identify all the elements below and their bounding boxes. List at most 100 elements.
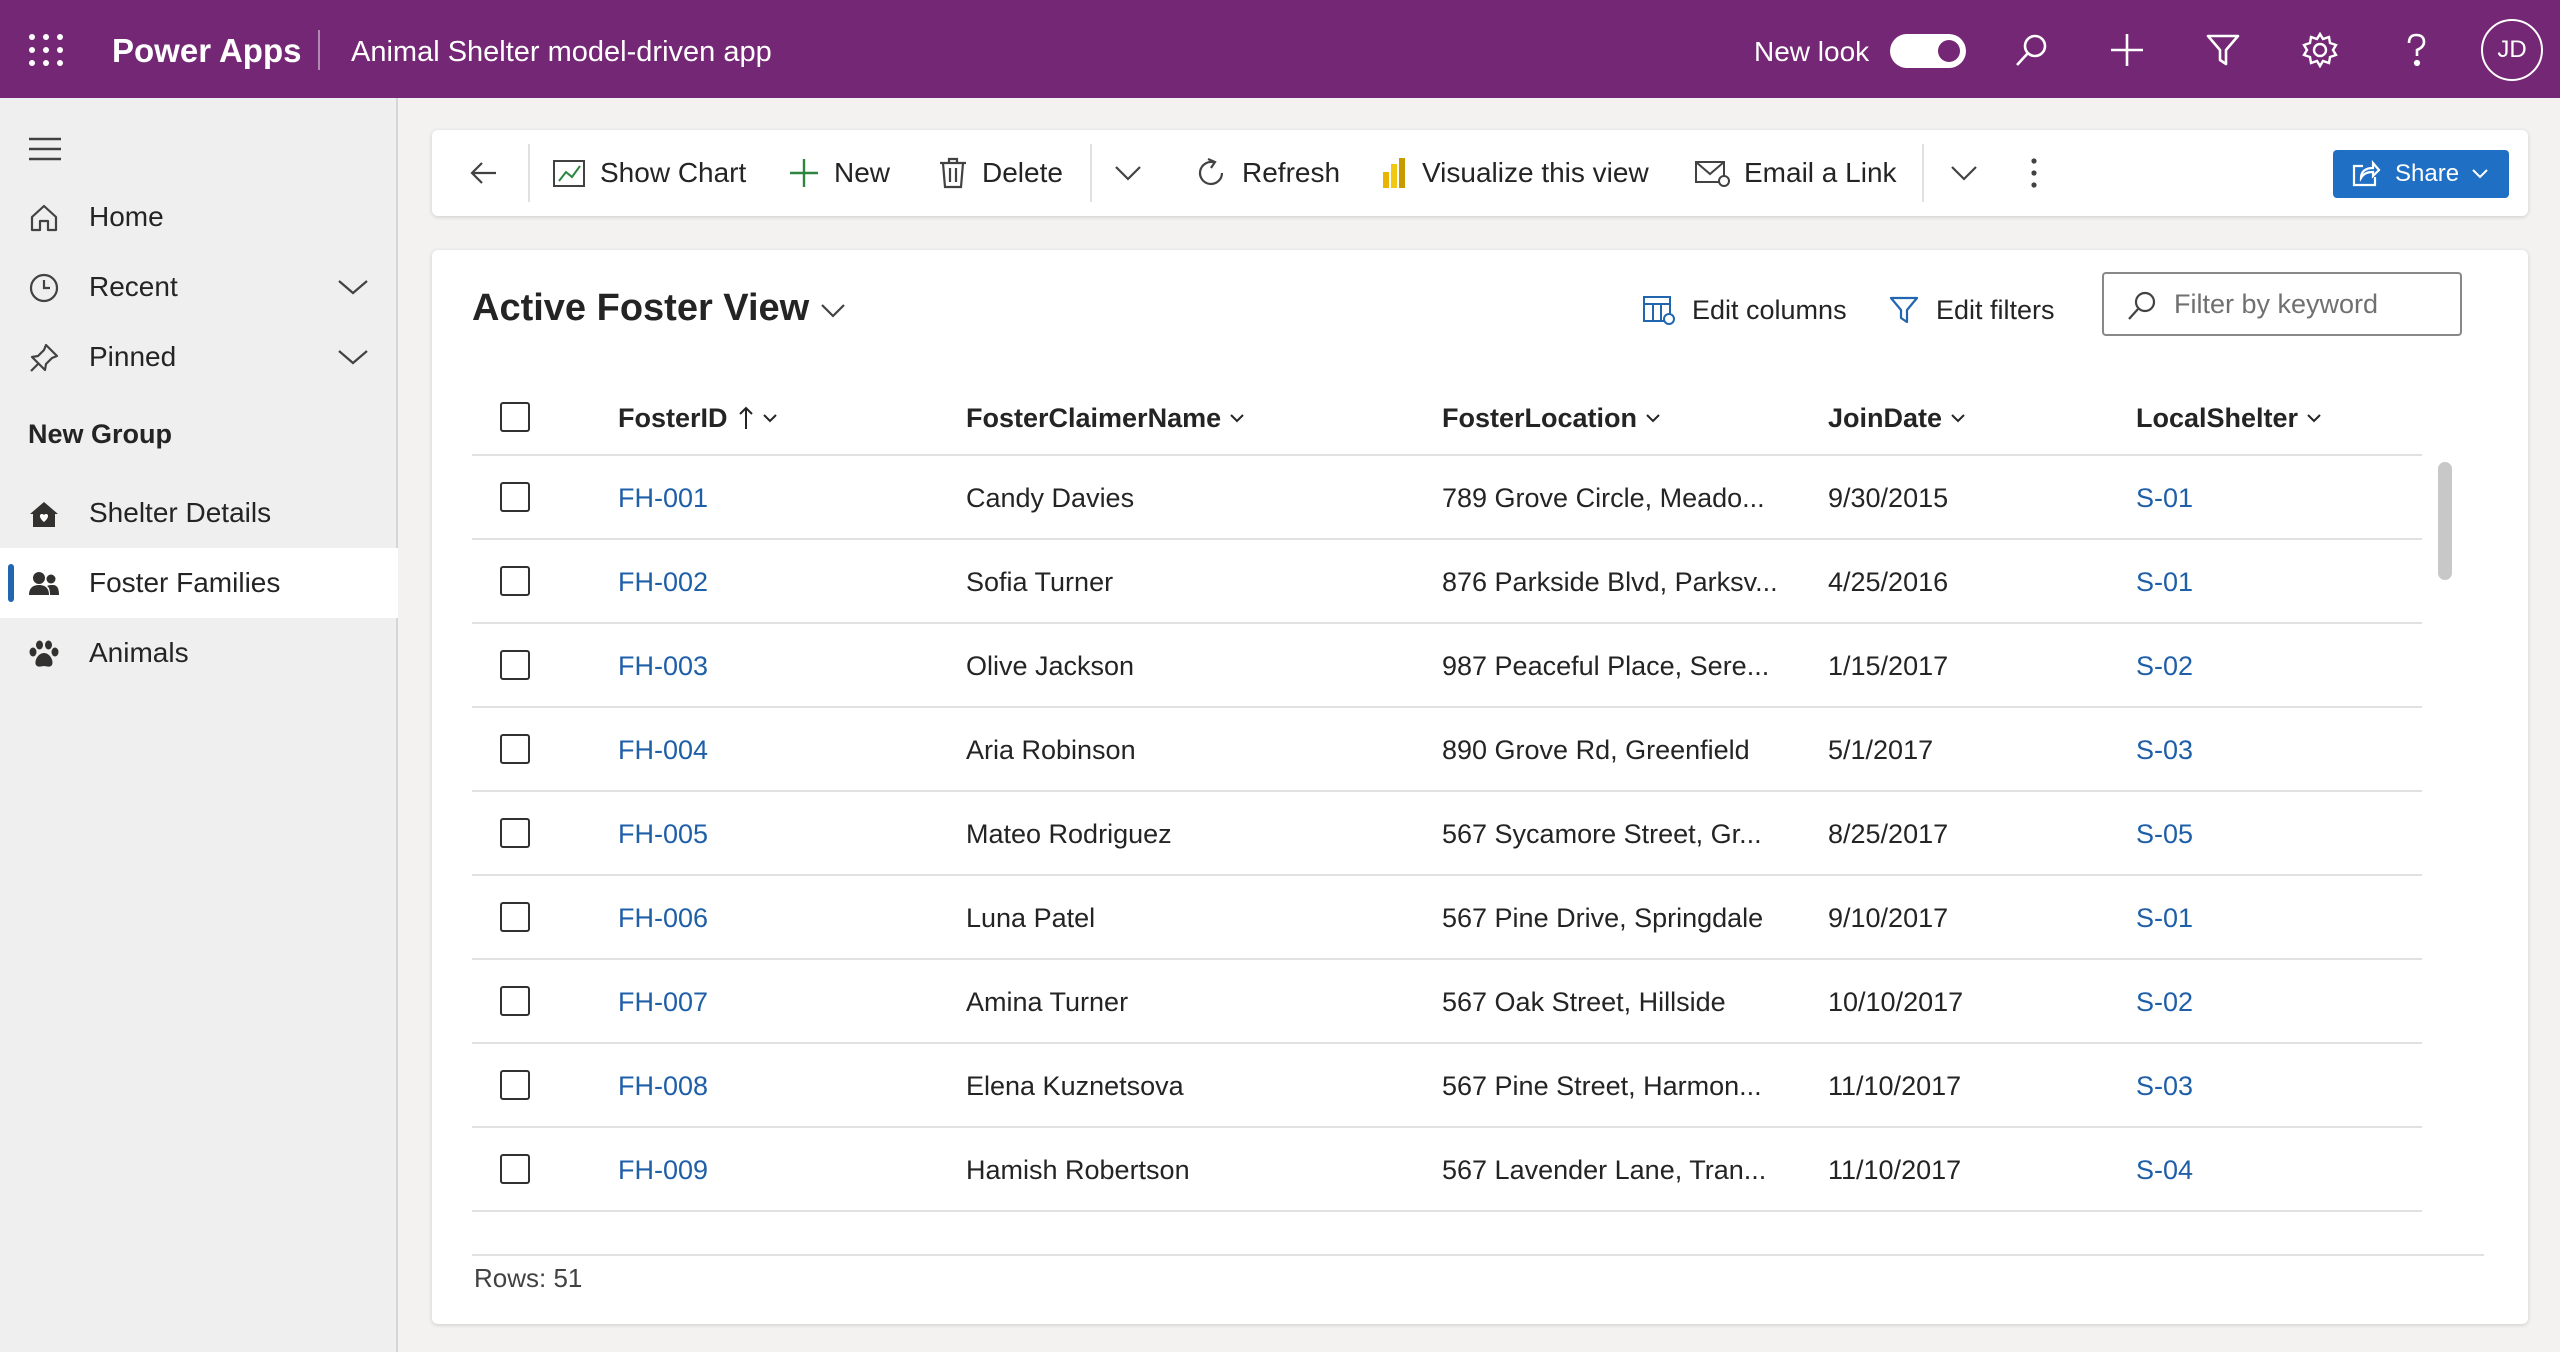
column-header-fosterclaimername[interactable]: FosterClaimerName bbox=[966, 400, 1245, 436]
row-checkbox[interactable] bbox=[500, 902, 530, 932]
row-checkbox[interactable] bbox=[500, 482, 530, 512]
foster-id-link[interactable]: FH-008 bbox=[618, 1068, 708, 1104]
sidebar-item-shelter-details[interactable]: Shelter Details bbox=[0, 478, 398, 548]
visualize-view-button[interactable]: Visualize this view bbox=[1380, 150, 1649, 196]
local-shelter-link[interactable]: S-02 bbox=[2136, 984, 2193, 1020]
show-chart-button[interactable]: Show Chart bbox=[552, 150, 746, 196]
join-date: 10/10/2017 bbox=[1828, 987, 1964, 1017]
filter-by-keyword-field[interactable] bbox=[2102, 272, 2462, 336]
foster-id-link[interactable]: FH-004 bbox=[618, 732, 708, 768]
column-header-fosterlocation[interactable]: FosterLocation bbox=[1442, 400, 1661, 436]
local-shelter-link[interactable]: S-02 bbox=[2136, 648, 2193, 684]
table-row[interactable]: FH-003 Olive Jackson 987 Peaceful Place,… bbox=[472, 624, 2422, 708]
foster-id-link[interactable]: FH-002 bbox=[618, 564, 708, 600]
join-date: 9/30/2015 bbox=[1828, 483, 1949, 513]
brand-name[interactable]: Power Apps bbox=[112, 28, 301, 74]
table-row[interactable]: FH-004 Aria Robinson 890 Grove Rd, Green… bbox=[472, 708, 2422, 792]
join-date: 4/25/2016 bbox=[1828, 567, 1949, 597]
table-row[interactable]: FH-009 Hamish Robertson 567 Lavender Lan… bbox=[472, 1128, 2422, 1212]
row-checkbox[interactable] bbox=[500, 650, 530, 680]
row-checkbox[interactable] bbox=[500, 1070, 530, 1100]
table-row[interactable]: FH-006 Luna Patel 567 Pine Drive, Spring… bbox=[472, 876, 2422, 960]
new-button[interactable]: New bbox=[788, 150, 890, 196]
chevron-down-icon bbox=[1951, 414, 1965, 423]
foster-id-link[interactable]: FH-007 bbox=[618, 984, 708, 1020]
command-bar: Show Chart New Delete Refresh Visualize … bbox=[432, 130, 2528, 216]
filter-by-keyword-input[interactable] bbox=[2174, 284, 2444, 324]
more-options-icon[interactable] bbox=[2028, 150, 2054, 196]
sidebar-item-label: Pinned bbox=[89, 341, 177, 372]
local-shelter-link[interactable]: S-03 bbox=[2136, 1068, 2193, 1104]
plus-icon[interactable] bbox=[2107, 30, 2147, 70]
gear-icon[interactable] bbox=[2300, 30, 2340, 70]
view-selector-chevron-icon[interactable] bbox=[820, 302, 846, 320]
table-row[interactable]: FH-001 Candy Davies 789 Grove Circle, Me… bbox=[472, 456, 2422, 540]
house-icon bbox=[28, 498, 60, 530]
more-commands-dropdown[interactable] bbox=[1114, 150, 1156, 196]
sidebar-item-recent[interactable]: Recent bbox=[0, 252, 398, 322]
foster-location: 567 Pine Drive, Springdale bbox=[1442, 903, 1764, 933]
delete-button[interactable]: Delete bbox=[938, 150, 1063, 196]
filter-icon[interactable] bbox=[2203, 30, 2243, 70]
foster-id-link[interactable]: FH-009 bbox=[618, 1152, 708, 1188]
delete-label: Delete bbox=[982, 157, 1063, 188]
back-button[interactable] bbox=[468, 150, 514, 196]
search-icon[interactable] bbox=[2012, 30, 2052, 70]
join-date: 9/10/2017 bbox=[1828, 903, 1949, 933]
table-row[interactable]: FH-008 Elena Kuznetsova 567 Pine Street,… bbox=[472, 1044, 2422, 1128]
new-look-toggle[interactable] bbox=[1890, 34, 1966, 68]
people-icon bbox=[28, 568, 60, 600]
local-shelter-link[interactable]: S-01 bbox=[2136, 900, 2193, 936]
chevron-down-icon[interactable] bbox=[336, 276, 370, 298]
chevron-down-icon[interactable] bbox=[336, 346, 370, 368]
foster-id-link[interactable]: FH-003 bbox=[618, 648, 708, 684]
sidebar-item-pinned[interactable]: Pinned bbox=[0, 322, 398, 392]
row-checkbox[interactable] bbox=[500, 986, 530, 1016]
row-checkbox[interactable] bbox=[500, 566, 530, 596]
help-icon[interactable] bbox=[2396, 30, 2436, 70]
foster-location: 567 Lavender Lane, Tran... bbox=[1442, 1155, 1767, 1185]
share-label: Share bbox=[2395, 160, 2460, 187]
foster-claimer-name: Hamish Robertson bbox=[966, 1155, 1190, 1185]
view-title[interactable]: Active Foster View bbox=[472, 282, 809, 334]
sidebar-item-animals[interactable]: Animals bbox=[0, 618, 398, 688]
local-shelter-link[interactable]: S-01 bbox=[2136, 480, 2193, 516]
join-date: 11/10/2017 bbox=[1828, 1071, 1962, 1101]
share-button[interactable]: Share bbox=[2333, 150, 2509, 198]
local-shelter-link[interactable]: S-05 bbox=[2136, 816, 2193, 852]
join-date: 11/10/2017 bbox=[1828, 1155, 1962, 1185]
row-checkbox[interactable] bbox=[500, 818, 530, 848]
edit-columns-button[interactable]: Edit columns bbox=[1642, 290, 1847, 330]
refresh-button[interactable]: Refresh bbox=[1194, 150, 1340, 196]
chevron-down-icon bbox=[762, 414, 777, 423]
column-header-joindate[interactable]: JoinDate bbox=[1828, 400, 1966, 436]
join-date: 8/25/2017 bbox=[1828, 819, 1949, 849]
table-row[interactable]: FH-002 Sofia Turner 876 Parkside Blvd, P… bbox=[472, 540, 2422, 624]
app-launcher-icon[interactable] bbox=[28, 33, 64, 67]
foster-id-link[interactable]: FH-001 bbox=[618, 480, 708, 516]
table-row[interactable]: FH-005 Mateo Rodriguez 567 Sycamore Stre… bbox=[472, 792, 2422, 876]
select-all-checkbox[interactable] bbox=[500, 402, 530, 432]
user-avatar[interactable]: JD bbox=[2481, 19, 2543, 81]
app-name[interactable]: Animal Shelter model-driven app bbox=[351, 30, 772, 74]
column-header-localshelter[interactable]: LocalShelter bbox=[2136, 400, 2322, 436]
toolbar-divider bbox=[528, 144, 530, 202]
more-commands-dropdown[interactable] bbox=[1950, 150, 1992, 196]
sidebar-item-foster-families[interactable]: Foster Families bbox=[0, 548, 398, 618]
row-checkbox[interactable] bbox=[500, 1154, 530, 1184]
grid-vertical-scrollbar[interactable] bbox=[2438, 462, 2452, 580]
foster-id-link[interactable]: FH-006 bbox=[618, 900, 708, 936]
email-link-button[interactable]: Email a Link bbox=[1694, 150, 1897, 196]
hamburger-menu-icon[interactable] bbox=[28, 136, 62, 162]
row-checkbox[interactable] bbox=[500, 734, 530, 764]
local-shelter-link[interactable]: S-03 bbox=[2136, 732, 2193, 768]
foster-id-link[interactable]: FH-005 bbox=[618, 816, 708, 852]
local-shelter-link[interactable]: S-04 bbox=[2136, 1152, 2193, 1188]
edit-filters-button[interactable]: Edit filters bbox=[1888, 290, 2055, 330]
local-shelter-link[interactable]: S-01 bbox=[2136, 564, 2193, 600]
sidebar-item-home[interactable]: Home bbox=[0, 182, 398, 252]
table-row[interactable]: FH-007 Amina Turner 567 Oak Street, Hill… bbox=[472, 960, 2422, 1044]
column-header-fosterid[interactable]: FosterID bbox=[618, 400, 778, 436]
refresh-label: Refresh bbox=[1242, 157, 1341, 188]
clock-icon bbox=[28, 272, 60, 304]
